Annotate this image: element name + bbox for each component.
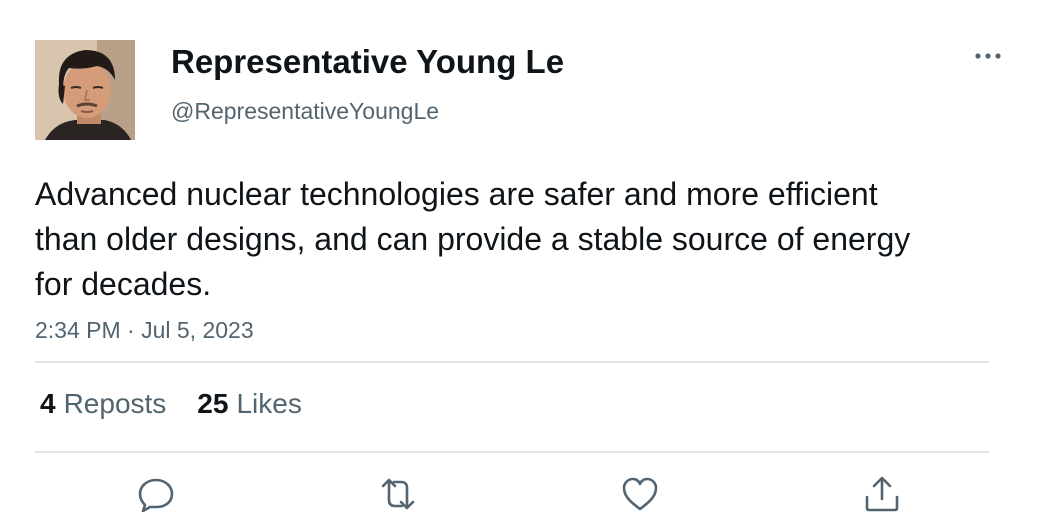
engagement-stats: 4 Reposts 25 Likes <box>40 386 302 422</box>
share-button[interactable] <box>860 474 904 514</box>
repost-icon <box>381 478 415 510</box>
likes-stat[interactable]: 25 Likes <box>197 386 302 422</box>
avatar[interactable] <box>35 40 135 140</box>
author-handle[interactable]: @RepresentativeYoungLe <box>171 96 439 126</box>
avatar-photo-icon <box>35 40 135 140</box>
like-button[interactable] <box>618 474 662 514</box>
tweet-card: Representative Young Le @RepresentativeY… <box>0 0 1050 525</box>
author-display-name[interactable]: Representative Young Le <box>171 42 564 82</box>
likes-label: Likes <box>236 388 302 419</box>
reposts-stat[interactable]: 4 Reposts <box>40 386 166 422</box>
more-icon <box>975 53 1001 59</box>
repost-button[interactable] <box>376 474 420 514</box>
post-timestamp[interactable]: 2:34 PM · Jul 5, 2023 <box>35 314 254 346</box>
heart-icon <box>622 477 658 511</box>
share-icon <box>865 476 899 512</box>
reposts-count: 4 <box>40 388 56 419</box>
likes-count: 25 <box>197 388 229 419</box>
divider <box>35 451 989 453</box>
reposts-label: Reposts <box>63 388 167 419</box>
post-text: Advanced nuclear technologies are safer … <box>35 176 911 302</box>
more-options-button[interactable] <box>966 42 1010 70</box>
reply-button[interactable] <box>134 474 178 514</box>
reply-icon <box>138 478 174 512</box>
divider <box>35 361 989 363</box>
